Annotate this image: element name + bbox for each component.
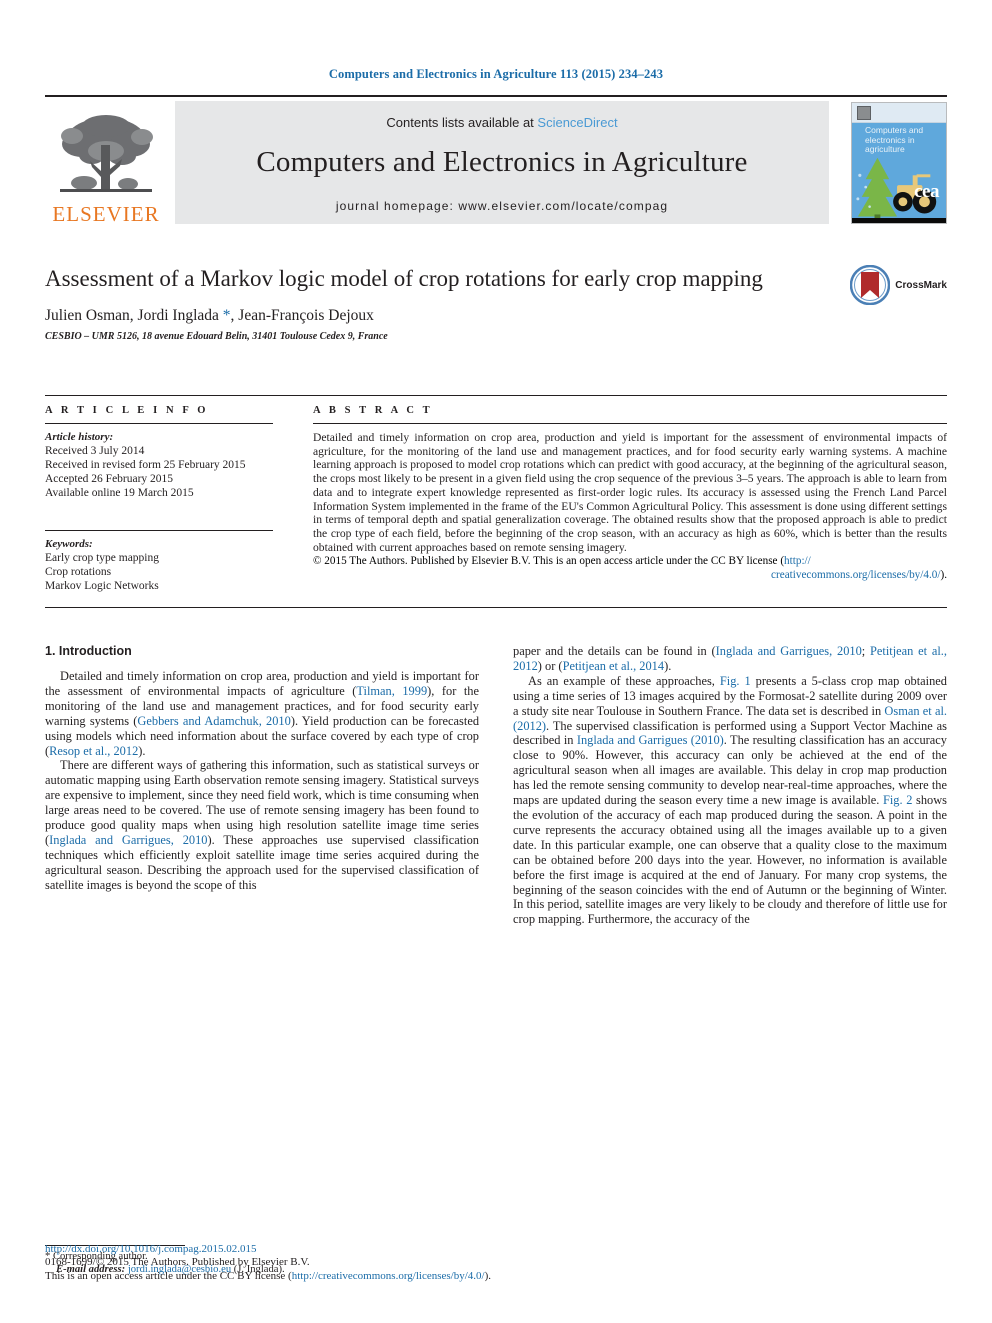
license-prefix: This is an open access article under the…: [45, 1269, 292, 1282]
abstract-column: A B S T R A C T Detailed and timely info…: [295, 405, 947, 593]
info-abstract-panel: A R T I C L E I N F O Article history: R…: [45, 395, 947, 608]
paragraph-text: paper and the details can be found in (I…: [513, 644, 947, 673]
license-link-part1[interactable]: http://: [784, 555, 811, 567]
page-title: Assessment of a Markov logic model of cr…: [45, 266, 763, 291]
keyword-item: Crop rotations: [45, 566, 112, 578]
contents-prefix: Contents lists available at: [386, 114, 538, 130]
abstract-copyright: © 2015 The Authors. Published by Elsevie…: [313, 555, 947, 582]
citation-link[interactable]: Inglada and Garrigues, 2010: [49, 833, 207, 847]
crossmark-icon: [850, 265, 891, 305]
citation-link[interactable]: Tilman, 1999: [356, 684, 427, 698]
paragraph: paper and the details can be found in (I…: [513, 644, 947, 674]
contents-available-line: Contents lists available at ScienceDirec…: [386, 115, 617, 130]
license-link-part2[interactable]: creativecommons.org/licenses/by/4.0/: [771, 569, 940, 581]
journal-title: Computers and Electronics in Agriculture: [256, 145, 748, 178]
article-info-column: A R T I C L E I N F O Article history: R…: [45, 405, 295, 593]
abstract-text: Detailed and timely information on crop …: [313, 431, 947, 554]
section-heading-introduction: 1. Introduction: [45, 644, 132, 658]
authors-part-2: , Jean-François Dejoux: [230, 307, 374, 324]
body-column-right: paper and the details can be found in (I…: [513, 644, 947, 927]
corresponding-author-marker: *: [222, 307, 231, 324]
authors-part-1: Julien Osman, Jordi Inglada: [45, 307, 223, 324]
paragraph-text: There are different ways of gathering th…: [45, 758, 479, 892]
history-item: Received 3 July 2014: [45, 445, 145, 457]
author-list: Julien Osman, Jordi Inglada *, Jean-Fran…: [45, 307, 947, 325]
keywords-label: Keywords:: [45, 538, 93, 550]
page-footer: http://dx.doi.org/10.1016/j.compag.2015.…: [45, 1242, 665, 1323]
history-item: Available online 19 March 2015: [45, 487, 194, 499]
copyright-main: © 2015 The Authors. Published by Elsevie…: [313, 555, 785, 568]
article-page: Computers and Electronics in Agriculture…: [0, 0, 992, 1323]
elsevier-logo: ELSEVIER: [45, 97, 167, 229]
citation-link[interactable]: Petitjean et al., 2014: [563, 659, 665, 673]
journal-masthead: ELSEVIER Contents lists available at Sci…: [45, 95, 947, 229]
journal-band: Contents lists available at ScienceDirec…: [175, 101, 829, 224]
footer-license-link[interactable]: http://creativecommons.org/licenses/by/4…: [292, 1270, 485, 1282]
copyright-tail: ).: [940, 568, 947, 581]
paragraph: There are different ways of gathering th…: [45, 758, 479, 892]
keyword-item: Markov Logic Networks: [45, 580, 159, 592]
article-history-label: Article history:: [45, 431, 114, 443]
affiliation: CESBIO – UMR 5126, 18 avenue Edouard Bel…: [45, 331, 388, 342]
journal-cover-thumbnail: Computers and electronics in agriculture: [837, 97, 947, 229]
keywords-block: Keywords: Early crop type mapping Crop r…: [45, 530, 273, 593]
citation-link[interactable]: Osman et al. (2012): [513, 704, 947, 733]
paragraph-text: Detailed and timely information on crop …: [45, 669, 480, 758]
abstract-rule: [313, 423, 947, 424]
citation-link[interactable]: Fig. 2: [883, 793, 912, 807]
issn-copyright-line: 0168-1699/© 2015 The Authors. Published …: [45, 1256, 310, 1268]
journal-homepage[interactable]: journal homepage: www.elsevier.com/locat…: [336, 199, 668, 213]
crossmark-label: CrossMark: [895, 279, 947, 291]
title-block: CrossMark Assessment of a Markov logic m…: [45, 265, 947, 365]
cover-badge-icon: [857, 106, 871, 120]
license-suffix: ).: [484, 1269, 492, 1282]
elsevier-wordmark: ELSEVIER: [52, 202, 160, 226]
license-line: This is an open access article under the…: [45, 1270, 665, 1284]
history-item: Accepted 26 February 2015: [45, 473, 174, 485]
citation-link[interactable]: Inglada and Garrigues, 2010: [716, 644, 862, 658]
elsevier-tree-icon: [60, 115, 153, 192]
cover-bottom-bar: [852, 218, 946, 223]
history-item: Received in revised form 25 February 201…: [45, 459, 246, 471]
doi-link[interactable]: http://dx.doi.org/10.1016/j.compag.2015.…: [45, 1242, 665, 1256]
paragraph-text: As an example of these approaches, Fig. …: [513, 673, 948, 927]
citation-link[interactable]: Inglada and Garrigues (2010): [577, 733, 724, 747]
cover-title-text: Computers and electronics in agriculture: [865, 125, 924, 154]
citation-link[interactable]: Fig. 1: [720, 674, 751, 688]
keywords-rule: [45, 530, 273, 531]
running-head: Computers and Electronics in Agriculture…: [328, 67, 664, 81]
paragraph: Detailed and timely information on crop …: [45, 669, 479, 758]
citation-link[interactable]: Gebbers and Adamchuk, 2010: [137, 714, 290, 728]
crossmark-badge[interactable]: CrossMark: [850, 265, 947, 305]
paragraph: As an example of these approaches, Fig. …: [513, 674, 947, 927]
article-info-heading: A R T I C L E I N F O: [45, 405, 209, 416]
body-column-left: 1. Introduction Detailed and timely info…: [45, 644, 479, 927]
keyword-item: Early crop type mapping: [45, 552, 160, 564]
abstract-heading: A B S T R A C T: [313, 405, 433, 416]
cover-image: Computers and electronics in agriculture: [851, 102, 947, 224]
body-columns: 1. Introduction Detailed and timely info…: [45, 644, 947, 927]
article-info-rule: [45, 423, 273, 424]
sciencedirect-link[interactable]: ScienceDirect: [537, 115, 617, 130]
cover-cea-mark: cea: [914, 181, 939, 202]
citation-link[interactable]: Resop et al., 2012: [49, 744, 138, 758]
